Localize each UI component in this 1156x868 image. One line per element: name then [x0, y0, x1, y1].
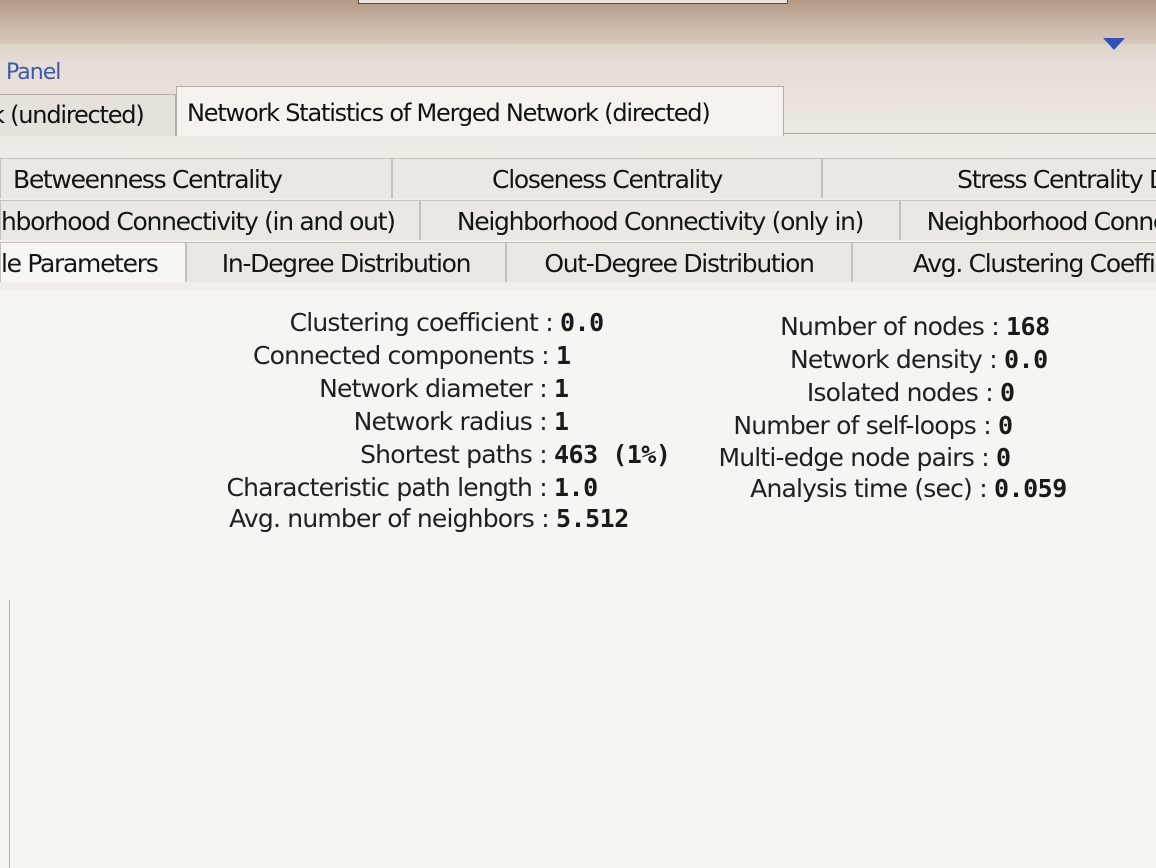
tab-undirected-network[interactable]: k (undirected)	[0, 94, 176, 136]
tab-neighborhood-connectivity-only-out[interactable]: Neighborhood Conne	[900, 200, 1156, 240]
stat-separator: :	[981, 443, 989, 472]
tab-neighborhood-connectivity-in-out[interactable]: hborhood Connectivity (in and out)	[0, 200, 420, 240]
panel-title: Panel	[6, 60, 61, 85]
stat-value: 0.059	[994, 474, 1067, 503]
stat-separator: :	[983, 411, 991, 440]
tab-merged-network-directed[interactable]: Network Statistics of Merged Network (di…	[176, 86, 784, 136]
window-left-border	[0, 600, 10, 868]
tab-in-degree-distribution[interactable]: In-Degree Distribution	[186, 242, 506, 282]
tab-row-2: hborhood Connectivity (in and out) Neigh…	[0, 200, 1156, 240]
stat-label: Avg. number of neighbors	[229, 504, 535, 533]
stat-row: Multi-edge node pairs:0	[0, 443, 1011, 472]
tab-avg-clustering-coefficient[interactable]: Avg. Clustering Coeffic	[852, 242, 1156, 282]
stat-value: 0.0	[1004, 345, 1048, 374]
stat-separator: :	[991, 312, 999, 341]
top-strip	[0, 0, 1156, 44]
tab-neighborhood-connectivity-only-in[interactable]: Neighborhood Connectivity (only in)	[420, 200, 900, 240]
stat-label: Analysis time (sec)	[750, 474, 973, 503]
stat-separator: :	[541, 504, 549, 533]
stat-label: Multi-edge node pairs	[718, 443, 974, 472]
stat-label: Number of nodes	[780, 312, 985, 341]
tab-row-1: Betweenness Centrality Closeness Central…	[0, 158, 1156, 198]
stat-value: 0	[998, 411, 1013, 440]
stat-separator: :	[979, 474, 987, 503]
tab-row-3: le Parameters In-Degree Distribution Out…	[0, 242, 1156, 282]
outer-tab-bar: k (undirected) Network Statistics of Mer…	[0, 86, 1156, 136]
stat-separator: :	[989, 345, 997, 374]
stat-label: Number of self-loops	[733, 411, 976, 440]
statistics-content-panel: Clustering coefficient:0.0 Connected com…	[0, 290, 1156, 868]
tab-simple-parameters[interactable]: le Parameters	[0, 242, 186, 282]
screen: Panel k (undirected) Network Statistics …	[0, 0, 1156, 868]
stat-separator: :	[985, 378, 993, 407]
tab-stress-centrality[interactable]: Stress Centrality D	[822, 158, 1156, 198]
tab-out-degree-distribution[interactable]: Out-Degree Distribution	[506, 242, 852, 282]
stat-row: Number of nodes:168	[0, 312, 1050, 341]
stat-row: Analysis time (sec):0.059	[0, 474, 1067, 503]
stat-row: Network density:0.0	[0, 345, 1048, 374]
stat-value: 0	[1000, 378, 1015, 407]
chevron-down-icon[interactable]	[1103, 38, 1125, 50]
stat-label: Network density	[790, 345, 983, 374]
stat-row: Number of self-loops:0	[0, 411, 1013, 440]
stat-row: Avg. number of neighbors:5.512	[0, 504, 629, 533]
stat-value: 168	[1006, 312, 1050, 341]
stat-row: Isolated nodes:0	[0, 378, 1015, 407]
stat-label: Isolated nodes	[806, 378, 979, 407]
stat-value: 0	[996, 443, 1011, 472]
tab-closeness-centrality[interactable]: Closeness Centrality	[392, 158, 822, 198]
stat-value: 5.512	[556, 504, 629, 533]
tab-betweenness-centrality[interactable]: Betweenness Centrality	[0, 158, 392, 198]
top-input-box[interactable]	[358, 0, 788, 4]
statistics-tab-bar: Betweenness Centrality Closeness Central…	[0, 150, 1156, 290]
